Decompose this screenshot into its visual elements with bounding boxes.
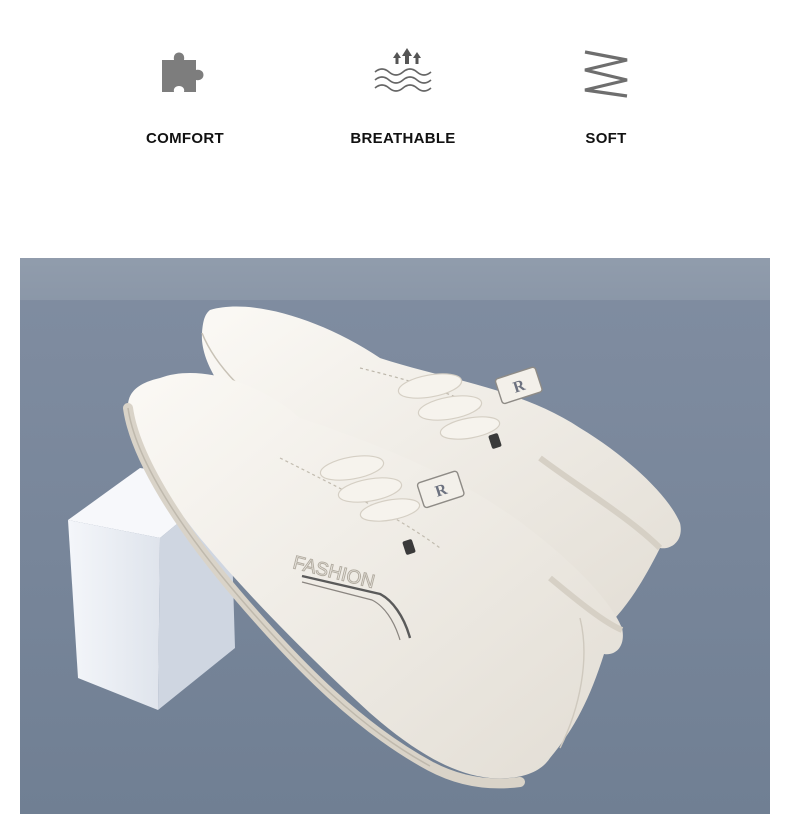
puzzle-piece-icon [150,38,220,108]
feature-label-breathable: BREATHABLE [350,130,456,147]
feature-label-comfort: COMFORT [146,130,224,147]
zigzag-spring-icon [571,38,641,108]
features-row: COMFORT BREATHABLE SOFT [0,0,790,258]
product-photo: R R FASHION [20,258,770,814]
feature-soft: SOFT [526,38,686,158]
feature-breathable: BREATHABLE [323,38,483,158]
feature-label-soft: SOFT [585,130,627,147]
shoes-illustration: R R FASHION [20,258,770,814]
feature-comfort: COMFORT [105,38,265,158]
airflow-waves-icon [368,38,438,108]
